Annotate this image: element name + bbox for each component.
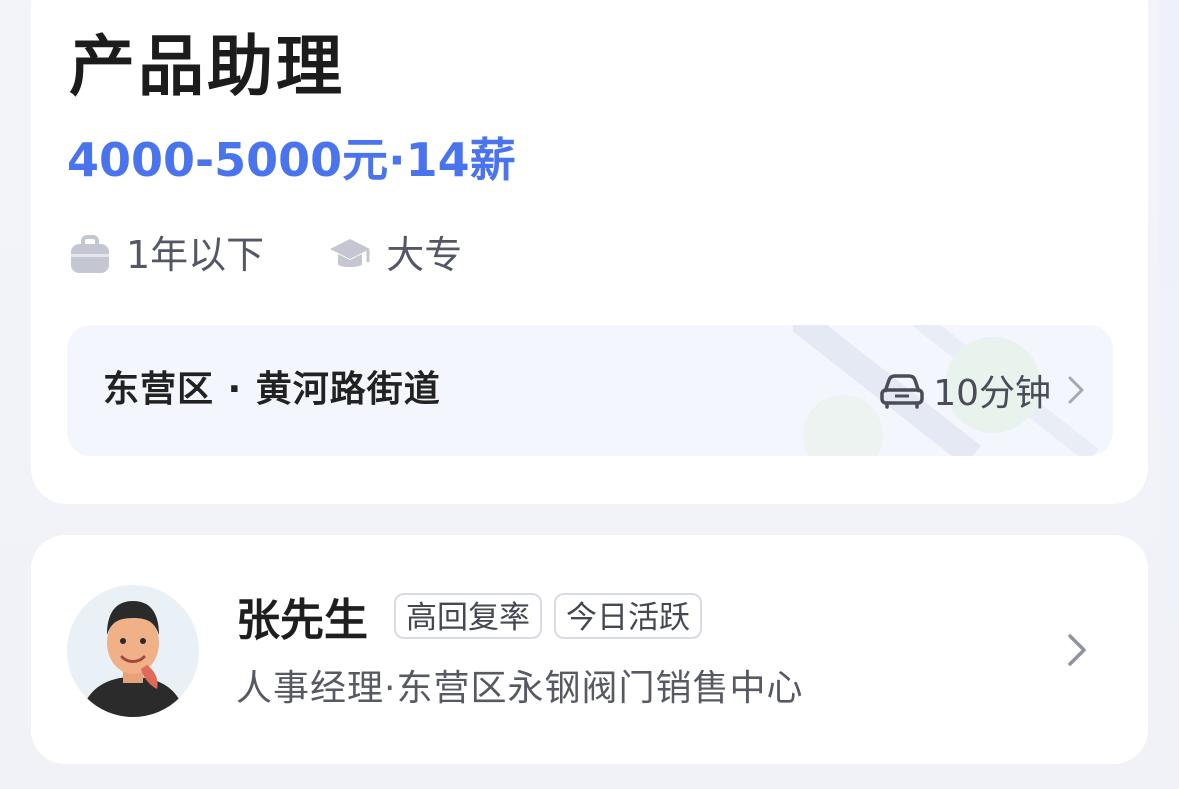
job-requirements: 1年以下 大专 [68,228,526,282]
location-row[interactable]: 东营区 · 黄河路街道 10分钟 [67,325,1113,456]
job-title: 产品助理 [69,28,345,105]
education-tag: 大专 [328,228,462,282]
recruiter-avatar-image [67,585,199,717]
salary-text: 4000-5000元·14薪 [67,133,516,187]
recruiter-name-row: 张先生 高回复率 今日活跃 [236,586,714,646]
page-edge [1159,0,1179,789]
recruiter-card[interactable]: 张先生 高回复率 今日活跃 人事经理·东营区永钢阀门销售中心 [31,535,1148,764]
recruiter-title-company: 人事经理·东营区永钢阀门销售中心 [236,668,804,709]
job-detail-card: 产品助理 4000-5000元·14薪 1年以下 大专 东营区 · 黄河路街道 … [31,0,1148,504]
recruiter-name: 张先生 [236,595,368,646]
status-badge: 高回复率 [394,593,542,639]
experience-tag: 1年以下 [68,228,264,282]
commute-info: 10分钟 [879,363,1085,417]
briefcase-icon [71,235,109,273]
chevron-right-icon[interactable] [1066,632,1088,668]
experience-label: 1年以下 [126,233,265,277]
status-badge: 今日活跃 [554,593,702,639]
car-icon [880,374,924,409]
avatar [67,585,199,717]
chevron-right-icon [1068,376,1084,404]
graduation-cap-icon [330,239,371,267]
commute-time: 10分钟 [933,373,1051,414]
education-label: 大专 [386,233,463,277]
location-address: 东营区 · 黄河路街道 [103,369,441,410]
